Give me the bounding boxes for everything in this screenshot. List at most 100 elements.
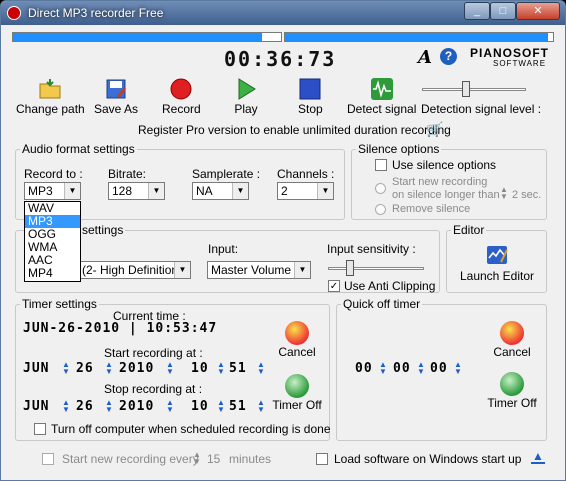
start-month-spinner[interactable]: ▲ ▼	[62, 361, 70, 376]
timer-cancel-button[interactable]: Cancel	[277, 321, 317, 359]
load-on-startup-checkbox[interactable]	[316, 453, 328, 465]
record-to-value: MP3	[28, 184, 53, 198]
sensitivity-track[interactable]	[328, 267, 424, 270]
record-to-option-mp4[interactable]: MP4	[25, 267, 80, 280]
use-silence-checkbox[interactable]	[375, 159, 387, 171]
input-label: Input:	[208, 242, 239, 256]
eject-icon[interactable]: ▲	[531, 450, 545, 464]
record-to-select[interactable]: MP3 ▼	[24, 182, 81, 200]
bitrate-value: 128	[112, 184, 133, 198]
chevron-down-icon: ▼	[64, 183, 80, 199]
cart-icon[interactable]: 🛒	[426, 121, 443, 138]
title-bar[interactable]: Direct MP3 recorder Free _ □ ✕	[1, 1, 565, 25]
sensitivity-thumb[interactable]	[345, 260, 354, 276]
detection-level-track[interactable]	[422, 88, 526, 91]
stop-month: JUN	[23, 399, 50, 414]
input-settings-legend: settings	[82, 223, 124, 237]
stop-label: Stop	[298, 102, 323, 116]
app-icon	[7, 6, 21, 20]
window-title: Direct MP3 recorder Free	[28, 6, 164, 20]
input-source-select[interactable]: Master Volume ▼	[207, 261, 311, 279]
signal-wave-icon	[370, 78, 393, 100]
timer-off-button[interactable]: Timer Off	[272, 374, 322, 412]
start-month: JUN	[23, 361, 50, 376]
detection-level-thumb[interactable]	[462, 81, 471, 97]
quick-off-timer-legend: Quick off timer	[343, 297, 421, 311]
start-every-checkbox[interactable]	[42, 453, 54, 465]
detect-signal-button[interactable]: Detect signal	[347, 77, 416, 116]
turn-off-computer-checkbox[interactable]	[34, 423, 46, 435]
stop-day: 26	[76, 399, 94, 414]
minutes-spinner[interactable]: ▲ ▼	[193, 451, 201, 466]
launch-editor-button[interactable]: Launch Editor	[454, 244, 540, 288]
load-on-startup-label: Load software on Windows start up	[334, 452, 522, 466]
minutes-value: 15	[207, 452, 221, 466]
stop-recording-label: Stop recording at :	[104, 382, 203, 396]
stop-day-spinner[interactable]: ▲ ▼	[105, 399, 113, 414]
start-new-recording-radio[interactable]	[375, 183, 386, 194]
app-window: Direct MP3 recorder Free _ □ ✕ 00:36:73 …	[0, 0, 566, 481]
stop-minute-spinner[interactable]: ▲ ▼	[257, 399, 265, 414]
change-path-label: Change path	[16, 102, 85, 116]
stop-hour-spinner[interactable]: ▲ ▼	[217, 399, 225, 414]
record-button[interactable]: Record	[162, 77, 201, 116]
minutes-label: minutes	[229, 452, 272, 466]
channels-value: 2	[281, 184, 288, 198]
bitrate-label: Bitrate:	[108, 167, 147, 181]
play-label: Play	[234, 102, 258, 116]
vu-meter-left	[12, 32, 282, 42]
close-button[interactable]: ✕	[516, 2, 560, 20]
stop-year: 2010	[119, 399, 155, 414]
stop-month-spinner[interactable]: ▲ ▼	[62, 399, 70, 414]
audio-format-legend: Audio format settings	[22, 142, 135, 156]
help-icon[interactable]: ?	[440, 48, 457, 65]
vu-meter-right-fill	[285, 33, 548, 41]
logo-a: A	[418, 47, 432, 68]
stop-minute: 51	[229, 399, 247, 414]
quick-off-timer-off-button[interactable]: Timer Off	[487, 372, 537, 410]
stop-button[interactable]: Stop	[298, 77, 323, 116]
bitrate-select[interactable]: 128 ▼	[108, 182, 165, 200]
stop-year-spinner[interactable]: ▲ ▼	[166, 399, 174, 414]
anti-clipping-checkbox[interactable]: ✓	[328, 280, 340, 292]
record-label: Record	[162, 102, 201, 116]
channels-select[interactable]: 2 ▼	[277, 182, 334, 200]
cancel-icon	[285, 321, 309, 345]
quick-off-minutes: 00	[393, 361, 411, 376]
remove-silence-radio[interactable]	[375, 204, 386, 215]
start-day-spinner[interactable]: ▲ ▼	[105, 361, 113, 376]
save-as-button[interactable]: Save As	[94, 77, 138, 116]
start-minute-spinner[interactable]: ▲ ▼	[257, 361, 265, 376]
quick-off-seconds-spinner[interactable]: ▲ ▼	[454, 361, 462, 376]
play-button[interactable]: Play	[234, 77, 258, 116]
save-as-icon	[106, 79, 127, 99]
seconds-value: 2 sec.	[512, 189, 542, 201]
quick-off-minutes-spinner[interactable]: ▲ ▼	[417, 361, 425, 376]
play-icon	[238, 78, 256, 100]
cancel-icon	[500, 321, 524, 345]
record-icon	[170, 78, 192, 100]
launch-editor-label: Launch Editor	[459, 269, 535, 283]
start-year-spinner[interactable]: ▲ ▼	[166, 361, 174, 376]
start-hour-spinner[interactable]: ▲ ▼	[217, 361, 225, 376]
folder-icon	[39, 79, 61, 99]
register-text[interactable]: Register Pro version to enable unlimited…	[138, 123, 451, 137]
brand-name: PIANOSOFT	[470, 46, 550, 60]
maximize-button[interactable]: □	[490, 2, 516, 20]
brand-sub: SOFTWARE	[493, 59, 547, 68]
start-day: 26	[76, 361, 94, 376]
quick-off-cancel-button[interactable]: Cancel	[491, 321, 533, 359]
quick-off-timer-off-label: Timer Off	[487, 396, 537, 410]
record-to-dropdown-list: WAV MP3 OGG WMA AAC MP4	[24, 201, 81, 282]
seconds-spinner[interactable]: ▲ ▼	[500, 186, 508, 201]
remove-silence-label: Remove silence	[392, 203, 471, 215]
start-new-recording-label-2: on silence longer than	[392, 189, 500, 201]
change-path-button[interactable]: Change path	[16, 77, 85, 116]
minimize-button[interactable]: _	[464, 2, 490, 20]
timer-off-label: Timer Off	[272, 398, 322, 412]
quick-off-seconds: 00	[430, 361, 448, 376]
quick-off-hours-spinner[interactable]: ▲ ▼	[379, 361, 387, 376]
samplerate-select[interactable]: NA ▼	[192, 182, 249, 200]
use-silence-label: Use silence options	[392, 158, 497, 172]
stop-icon	[299, 78, 321, 100]
